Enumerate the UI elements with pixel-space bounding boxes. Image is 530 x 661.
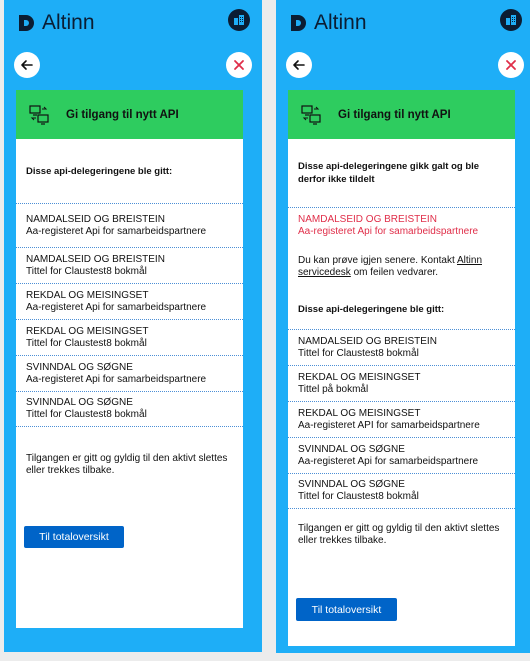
profile-button[interactable]: [228, 9, 250, 31]
card-title: Gi tilgang til nytt API: [66, 108, 179, 121]
api-transfer-icon: [29, 104, 49, 125]
org-name: REKDAL OG MEISINGSET: [298, 371, 421, 383]
partial-failure-screen: Altinn Gi tilgang til nytt API Disse api…: [276, 0, 530, 653]
card-header: Gi tilgang til nytt API: [288, 90, 515, 139]
success-heading: Disse api-delegeringene ble gitt:: [298, 303, 445, 315]
arrow-left-icon: [21, 60, 33, 70]
api-name: Tittel for Claustest8 bokmål: [298, 491, 419, 502]
delegation-item: REKDAL OG MEISINGSET Aa-registeret Api f…: [16, 283, 243, 319]
close-icon: [506, 60, 516, 70]
org-name: SVINNDAL OG SØGNE: [298, 443, 405, 455]
retry-text-end: om feilen vedvarer.: [350, 267, 439, 278]
api-name: Tittel på bokmål: [298, 383, 369, 395]
org-name: SVINNDAL OG SØGNE: [298, 479, 405, 490]
retry-message: Du kan prøve igjen senere. Kontakt Altin…: [288, 255, 515, 279]
delegation-item: NAMDALSEID OG BREISTEIN Tittel for Claus…: [16, 247, 243, 283]
delegation-item: SVINNDAL OG SØGNE Aa-registeret Api for …: [288, 437, 515, 473]
delegation-item: SVINNDAL OG SØGNE Tittel for Claustest8 …: [16, 391, 243, 427]
delegation-item: SVINNDAL OG SØGNE Aa-registeret Api for …: [16, 355, 243, 391]
card-header: Gi tilgang til nytt API: [16, 90, 243, 139]
failed-delegation-item: NAMDALSEID OG BREISTEIN Aa-registeret Ap…: [288, 207, 515, 243]
api-name: Tittel for Claustest8 bokmål: [298, 347, 419, 359]
info-text: Tilgangen er gitt og gyldig til den akti…: [298, 523, 500, 546]
retry-text: Du kan prøve igjen senere. Kontakt: [298, 255, 457, 266]
api-name: Aa-registeret Api for samarbeidspartnere: [26, 225, 207, 237]
api-transfer-icon: [301, 104, 321, 125]
close-button[interactable]: [498, 52, 524, 78]
org-name: REKDAL OG MEISINGSET: [26, 289, 149, 301]
nav-row: [4, 44, 262, 84]
altinn-logo[interactable]: Altinn: [16, 12, 95, 34]
api-name: Tittel for Claustest8 bokmål: [26, 409, 147, 420]
api-name: Aa-registeret Api for samarbeidspartnere: [26, 301, 207, 313]
api-name: Aa-registeret Api for samarbeidspartnere: [298, 455, 479, 467]
profile-button[interactable]: [500, 9, 522, 31]
altinn-logo-icon: [291, 15, 306, 31]
delegation-item: REKDAL OG MEISINGSET Tittel for Claustes…: [16, 319, 243, 355]
api-name: Tittel for Claustest8 bokmål: [26, 337, 147, 349]
org-name: NAMDALSEID OG BREISTEIN: [26, 253, 165, 265]
delegation-card: Gi tilgang til nytt API Disse api-delege…: [16, 90, 243, 628]
top-bar: Altinn: [276, 0, 530, 44]
delegation-card: Gi tilgang til nytt API Disse api-delege…: [288, 90, 515, 646]
org-name: REKDAL OG MEISINGSET: [298, 407, 421, 419]
delegation-item: REKDAL OG MEISINGSET Tittel på bokmål: [288, 365, 515, 401]
building-icon: [234, 15, 244, 25]
api-name: Tittel for Claustest8 bokmål: [26, 265, 147, 277]
failed-heading: Disse api-delegeringene gikk galt og ble…: [298, 161, 480, 185]
top-bar: Altinn: [4, 0, 262, 44]
delegation-item: REKDAL OG MEISINGSET Aa-registeret API f…: [288, 401, 515, 437]
org-name: NAMDALSEID OG BREISTEIN: [26, 213, 165, 225]
to-overview-button[interactable]: Til totaloversikt: [296, 598, 397, 621]
close-button[interactable]: [226, 52, 252, 78]
logo-text: Altinn: [42, 11, 95, 34]
org-name: REKDAL OG MEISINGSET: [26, 325, 149, 337]
org-name: SVINNDAL OG SØGNE: [26, 397, 133, 408]
api-name: Aa-registeret Api for samarbeidspartnere: [298, 225, 479, 237]
success-screen: Altinn Gi tilgang til nytt API Disse api…: [4, 0, 262, 652]
delegation-item: NAMDALSEID OG BREISTEIN Aa-registeret Ap…: [16, 203, 243, 247]
nav-row: [276, 44, 530, 84]
api-name: Aa-registeret Api for samarbeidspartnere: [26, 373, 207, 385]
close-icon: [234, 60, 244, 70]
back-button[interactable]: [286, 52, 312, 78]
building-icon: [506, 15, 516, 25]
info-text: Tilgangen er gitt og gyldig til den akti…: [26, 453, 228, 476]
api-name: Aa-registeret API for samarbeidspartnere: [298, 419, 480, 431]
org-name: NAMDALSEID OG BREISTEIN: [298, 213, 437, 225]
card-title: Gi tilgang til nytt API: [338, 108, 451, 121]
delegation-item: SVINNDAL OG SØGNE Tittel for Claustest8 …: [288, 473, 515, 509]
success-heading: Disse api-delegeringene ble gitt:: [26, 165, 173, 177]
logo-text: Altinn: [314, 11, 367, 34]
org-name: NAMDALSEID OG BREISTEIN: [298, 335, 437, 347]
org-name: SVINNDAL OG SØGNE: [26, 361, 133, 373]
delegation-item: NAMDALSEID OG BREISTEIN Tittel for Claus…: [288, 329, 515, 365]
back-button[interactable]: [14, 52, 40, 78]
altinn-logo[interactable]: Altinn: [288, 12, 367, 34]
altinn-logo-icon: [19, 15, 34, 31]
to-overview-button[interactable]: Til totaloversikt: [24, 526, 124, 548]
arrow-left-icon: [293, 60, 305, 70]
